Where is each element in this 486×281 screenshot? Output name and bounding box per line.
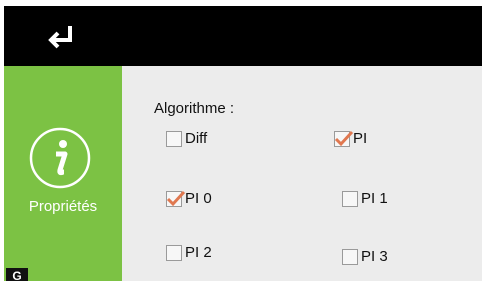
checkmark-icon [334, 130, 354, 146]
back-button[interactable] [44, 20, 84, 54]
g-badge: G [6, 268, 28, 281]
app-screen: Propriétés G Algorithme : Diff PI PI 0 P… [4, 6, 482, 281]
checkbox-box [166, 190, 186, 207]
option-label: PI 3 [361, 248, 388, 265]
option-pi2-checkbox[interactable]: PI 2 [166, 244, 212, 261]
option-label: PI 1 [361, 190, 388, 207]
option-label: Diff [185, 130, 208, 147]
option-label: PI 0 [185, 190, 212, 207]
option-pi3-checkbox[interactable]: PI 3 [342, 248, 388, 265]
return-arrow-icon [48, 26, 72, 49]
checkbox-box [342, 248, 358, 265]
info-circle-icon [29, 127, 91, 189]
main-content: Algorithme : Diff PI PI 0 PI 1 PI 2 PI 3 [122, 66, 482, 281]
checkbox-box [166, 244, 182, 261]
top-bar [4, 6, 482, 66]
option-label: PI 2 [185, 244, 212, 261]
option-pi1-checkbox[interactable]: PI 1 [342, 190, 388, 207]
checkbox-box [166, 130, 182, 147]
properties-button[interactable] [28, 126, 92, 190]
option-diff-checkbox[interactable]: Diff [166, 130, 207, 147]
option-pi-checkbox[interactable]: PI [334, 130, 367, 147]
checkbox-box [342, 190, 358, 207]
option-label: PI [353, 130, 368, 147]
sidebar-label: Propriétés [28, 198, 98, 215]
checkbox-box [334, 130, 354, 147]
sidebar: Propriétés G [4, 66, 122, 281]
option-pi0-checkbox[interactable]: PI 0 [166, 190, 212, 207]
checkmark-icon [166, 190, 186, 206]
algorithm-label: Algorithme : [154, 100, 235, 117]
